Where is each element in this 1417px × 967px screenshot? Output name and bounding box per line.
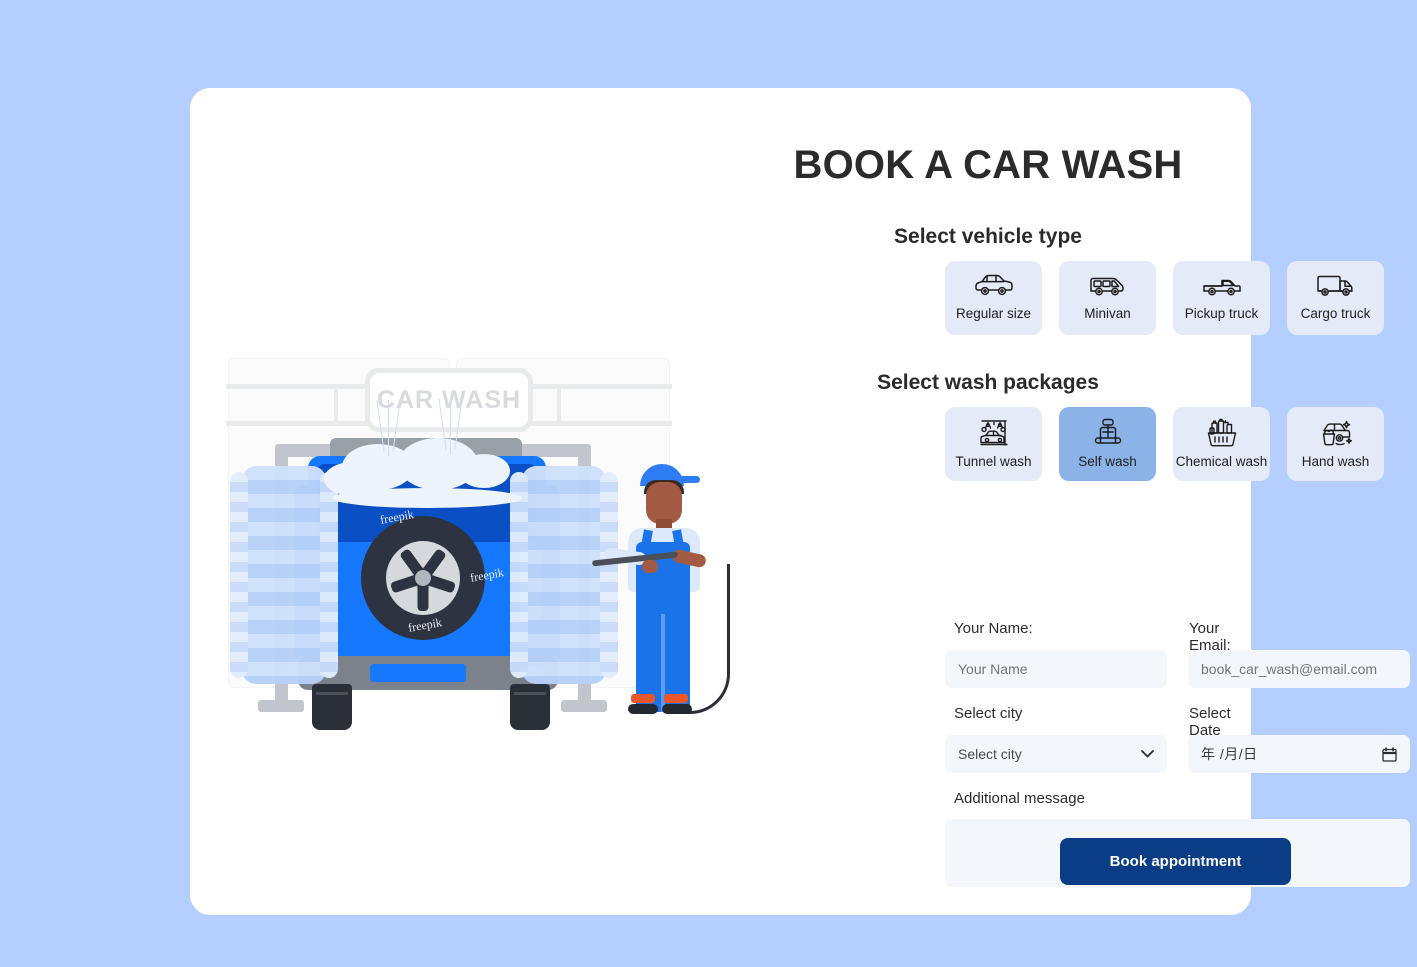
vehicle-option-label: Pickup truck (1184, 306, 1259, 321)
wheel-right (510, 684, 550, 730)
worker-cuff (664, 694, 688, 703)
spray-line (450, 398, 451, 454)
calendar-icon[interactable] (1382, 746, 1397, 762)
car-wash-worker (591, 464, 730, 714)
vehicle-option-pickup-truck[interactable]: Pickup truck (1173, 261, 1270, 335)
package-option-tunnel-wash[interactable]: Tunnel wash (945, 407, 1042, 481)
spray-basket-icon (1204, 418, 1240, 448)
vehicle-option-label: Minivan (1084, 306, 1131, 321)
vehicle-option-label: Regular size (955, 306, 1032, 321)
tunnel-wash-icon (976, 418, 1012, 448)
car-icon (974, 272, 1014, 300)
email-input[interactable] (1188, 650, 1410, 688)
wheel-left (312, 684, 352, 730)
worker-shoe (628, 704, 658, 714)
worker-shoe (662, 704, 692, 714)
booking-card: CAR WASH freepik freepik freepik BOOK A … (190, 88, 1410, 915)
worker-head (646, 482, 682, 524)
package-option-label: Tunnel wash (955, 454, 1032, 469)
wash-brush-left (230, 466, 338, 684)
minivan-icon (1088, 272, 1128, 300)
book-appointment-button[interactable]: Book appointment (1060, 838, 1291, 885)
cargo-truck-icon (1316, 272, 1356, 300)
license-plate (370, 664, 466, 682)
foam-blob (458, 454, 510, 488)
vehicle-type-options: Regular size Minivan Pickup truck Cargo … (945, 261, 1395, 335)
page-root: CAR WASH freepik freepik freepik BOOK A … (0, 0, 1417, 967)
wash-package-options: Tunnel wash Self wash Chemical wash Hand… (945, 407, 1395, 481)
name-input[interactable] (945, 650, 1167, 688)
booking-form: BOOK A CAR WASH Select vehicle type Regu… (755, 88, 1410, 915)
package-option-self-wash[interactable]: Self wash (1059, 407, 1156, 481)
foam-blob (324, 462, 382, 496)
vehicle-option-minivan[interactable]: Minivan (1059, 261, 1156, 335)
vehicle-option-label: Cargo truck (1300, 306, 1371, 321)
package-option-label: Hand wash (1301, 454, 1370, 469)
page-title: BOOK A CAR WASH (793, 143, 1183, 187)
package-option-hand-wash[interactable]: Hand wash (1287, 407, 1384, 481)
bucket-sponge-icon (1318, 418, 1354, 448)
wheel-rim (386, 541, 460, 615)
city-select-wrapper[interactable]: Select city (945, 735, 1167, 773)
worker-hand (642, 560, 658, 573)
city-select[interactable]: Select city (945, 735, 1167, 773)
car-wash-sign: CAR WASH (365, 368, 533, 432)
spray-line (388, 400, 389, 456)
package-option-chemical-wash[interactable]: Chemical wash (1173, 407, 1270, 481)
wash-arch-foot-left (258, 700, 304, 712)
vehicle-option-cargo-truck[interactable]: Cargo truck (1287, 261, 1384, 335)
car-wash-illustration: CAR WASH freepik freepik freepik (190, 88, 750, 915)
vehicle-option-regular-size[interactable]: Regular size (945, 261, 1042, 335)
package-option-label: Chemical wash (1175, 454, 1268, 469)
wash-brush-right (510, 466, 618, 684)
car-seat-icon (1092, 418, 1124, 448)
worker-cuff (631, 694, 655, 703)
package-section-heading: Select wash packages (877, 371, 1099, 394)
email-field-label: Your Email: (1189, 620, 1231, 654)
date-field-label: Select Date (1189, 705, 1231, 739)
package-option-label: Self wash (1078, 454, 1137, 469)
city-field-label: Select city (954, 705, 1023, 722)
date-input[interactable]: 年 /月/日 (1188, 735, 1410, 773)
date-placeholder-text: 年 /月/日 (1201, 746, 1258, 762)
message-field-label: Additional message (954, 790, 1085, 807)
pickup-truck-icon (1202, 272, 1242, 300)
vehicle-section-heading: Select vehicle type (894, 225, 1082, 248)
name-field-label: Your Name: (954, 620, 1033, 637)
